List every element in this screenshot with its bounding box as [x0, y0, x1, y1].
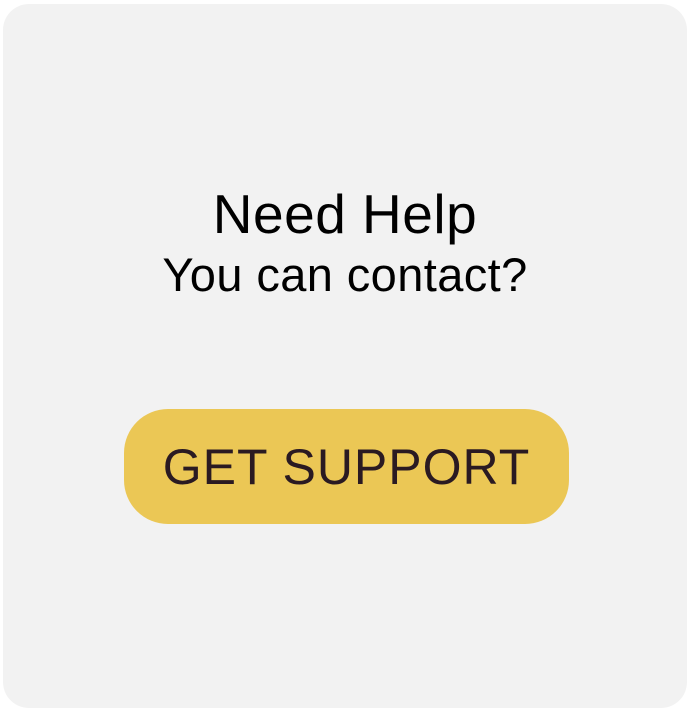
help-card: Need Help You can contact? GET SUPPORT: [3, 4, 687, 708]
get-support-button[interactable]: GET SUPPORT: [124, 409, 569, 524]
help-subtitle: You can contact?: [162, 248, 528, 301]
help-title: Need Help: [212, 183, 478, 245]
get-support-button-label: GET SUPPORT: [162, 438, 531, 495]
